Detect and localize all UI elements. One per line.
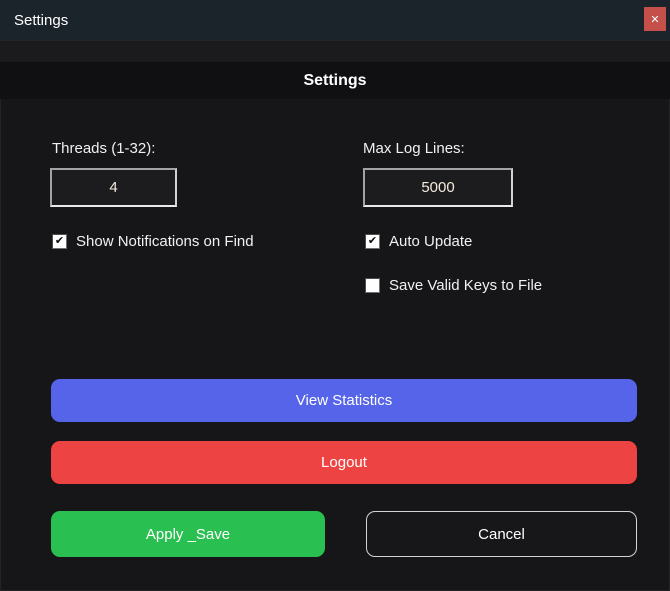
apply-save-button[interactable]: Apply _Save	[51, 511, 325, 557]
checkbox-checked-icon[interactable]: ✔	[52, 234, 67, 249]
logout-button[interactable]: Logout	[51, 441, 637, 484]
header-strip: Settings	[0, 62, 670, 99]
checkbox-checked-icon[interactable]: ✔	[365, 234, 380, 249]
checkbox-save-valid-keys[interactable]: Save Valid Keys to File	[365, 277, 542, 294]
checkbox-label: Show Notifications on Find	[76, 233, 254, 250]
checkbox-label: Auto Update	[389, 233, 473, 250]
cancel-button[interactable]: Cancel	[366, 511, 637, 557]
max-log-lines-label: Max Log Lines:	[363, 140, 465, 157]
close-icon[interactable]: ✕	[644, 7, 666, 31]
window-title: Settings	[14, 11, 69, 29]
threads-label: Threads (1-32):	[52, 140, 156, 157]
checkbox-label: Save Valid Keys to File	[389, 277, 543, 294]
page-title: Settings	[303, 71, 367, 89]
threads-input[interactable]	[50, 168, 177, 207]
max-log-lines-input[interactable]	[363, 168, 513, 207]
settings-dialog: Settings ✕ Settings Threads (1-32): Max …	[0, 0, 670, 591]
titlebar-sub-band	[0, 41, 670, 62]
view-statistics-button[interactable]: View Statistics	[51, 379, 637, 422]
checkbox-show-notifications[interactable]: ✔ Show Notifications on Find	[52, 233, 254, 250]
checkbox-unchecked-icon[interactable]	[365, 278, 380, 293]
title-bar[interactable]: Settings ✕	[0, 0, 670, 41]
checkbox-auto-update[interactable]: ✔ Auto Update	[365, 233, 472, 250]
